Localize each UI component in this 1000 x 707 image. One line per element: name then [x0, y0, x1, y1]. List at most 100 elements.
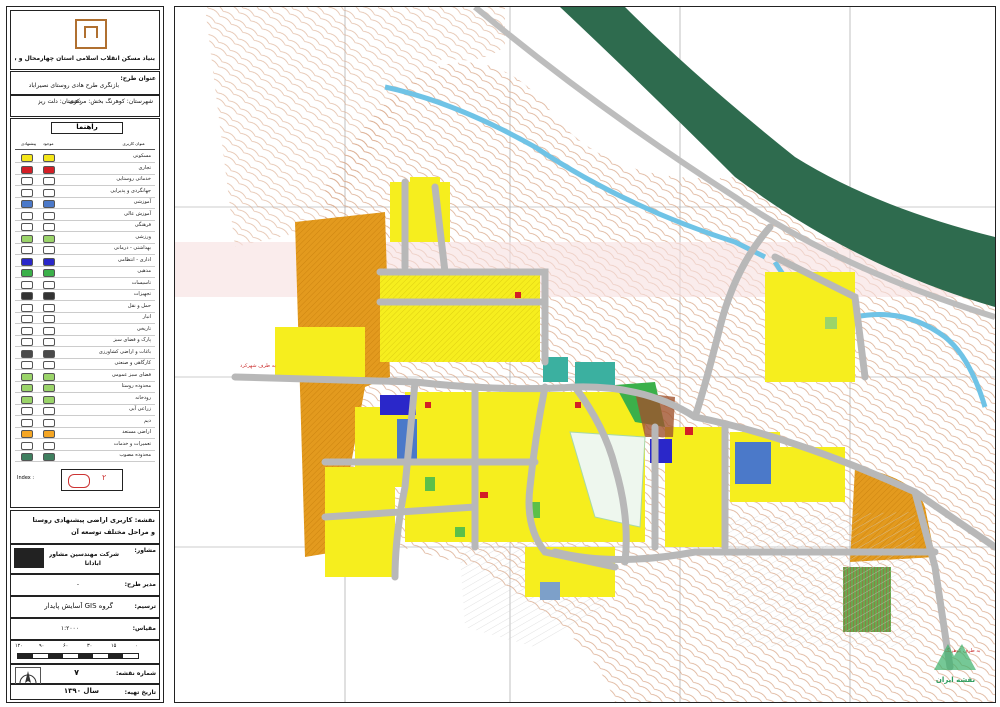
index-number: ۲: [102, 473, 107, 482]
project-title: بازنگری طرح هادی روستای نصیرآباد: [28, 82, 119, 89]
legend-swatch-proposed: [21, 407, 33, 415]
legend-label: تاریخی: [136, 325, 151, 332]
legend-item: دیم: [15, 418, 155, 428]
legend-label: فضای سبز عمومی: [111, 371, 151, 378]
title-block: بنیاد مسکن انقلاب اسلامی استان چهارمحال …: [6, 6, 164, 703]
legend-item: بهداشتی - درمانی: [15, 245, 155, 255]
legend-swatch-proposed: [21, 441, 33, 450]
date-box: تاریخ تهیه: سال ۱۳۹۰: [10, 684, 160, 700]
manager-box: مدیر طرح: -: [10, 574, 160, 596]
legend-swatch-proposed: [21, 154, 33, 162]
legend-item: ورزشی: [15, 234, 155, 244]
legend-swatch-existing: [43, 361, 55, 369]
factory-icon: [14, 548, 44, 568]
legend-swatch-proposed: [21, 430, 33, 438]
legend-swatch-proposed: [21, 280, 33, 289]
scalebar-tick: ۱۲۰: [15, 643, 24, 649]
scalebar-tick: ۰: [135, 643, 138, 649]
legend-swatch-existing: [43, 418, 55, 427]
legend-label: انبار: [142, 314, 151, 320]
legend-swatch-existing: [43, 441, 55, 450]
scale-label: مقیاس:: [132, 625, 156, 632]
drafter-value: گروه GIS آسایش پایدار: [44, 602, 113, 610]
legend-swatch-existing: [43, 223, 55, 231]
map-sheet: بنیاد مسکن انقلاب اسلامی استان چهارمحال …: [0, 0, 1000, 707]
legend-swatch-proposed: [21, 303, 33, 312]
legend-label: تاسیسات: [131, 279, 151, 286]
legend-label: زراعی آبی: [129, 406, 151, 412]
location-box: شهرستان: کوهرنگ بخش: مرکزی دهستان: دلت ر…: [10, 95, 160, 117]
scalebar-tick: ۱۵: [111, 643, 117, 649]
legend-item: خدماتی روستایی: [15, 176, 155, 186]
date-value: سال ۱۳۹۰: [63, 687, 99, 695]
legend-item: انبار: [15, 314, 155, 324]
legend-swatch-existing: [43, 372, 55, 381]
legend-item: رودخانه: [15, 395, 155, 405]
legend-item: آموزش عالی: [15, 211, 155, 221]
legend-label: تجاری: [138, 164, 151, 171]
legend-label: پارک و فضای سبز: [113, 337, 151, 343]
consultant-label: مشاور:: [134, 547, 156, 554]
legend-item: تاسیسات: [15, 280, 155, 290]
legend-swatch-proposed: [21, 338, 33, 346]
sheet-no-value: ۷: [74, 668, 79, 677]
legend-swatch-existing: [43, 188, 55, 197]
header-box: بنیاد مسکن انقلاب اسلامی استان چهارمحال …: [10, 10, 160, 70]
legend-label: محدوده مصوب: [119, 452, 151, 458]
blue-grey-parcel: [540, 582, 560, 600]
scalebar-tick: ۹۰: [39, 643, 45, 649]
legend-label: خدماتی روستایی: [116, 176, 151, 182]
legend-item: فرهنگی: [15, 222, 155, 232]
legend-item: اراضی مستعد: [15, 429, 155, 439]
legend-swatch-proposed: [21, 177, 33, 185]
date-label: تاریخ تهیه:: [124, 689, 156, 696]
drafter-box: ترسیم: گروه GIS آسایش پایدار: [10, 596, 160, 618]
scalebar-tick: ۳۰: [87, 643, 93, 649]
legend-swatch-existing: [43, 315, 55, 323]
map-title-box: نقشه: کاربری اراضی پیشنهادی روستا و مراح…: [10, 510, 160, 544]
legend-label: اراضی مستعد: [122, 429, 151, 435]
legend-head-existing: موجود: [43, 141, 54, 146]
teal-parcel: [575, 362, 615, 387]
manager-label: مدیر طرح:: [124, 581, 156, 588]
legend-label: حمل و نقل: [127, 302, 151, 309]
legend-swatch-proposed: [21, 188, 33, 197]
legend-swatch-existing: [43, 349, 55, 358]
legend-swatch-proposed: [21, 326, 33, 335]
legend-swatch-existing: [43, 269, 55, 277]
legend-swatch-existing: [43, 177, 55, 185]
sheet-no-box: شماره نقشه: ۷: [10, 664, 160, 699]
sheet-no-label: شماره نقشه:: [116, 670, 156, 677]
legend-swatch-existing: [43, 200, 55, 208]
legend-label: دیم: [144, 417, 151, 424]
legend-swatch-proposed: [21, 234, 33, 243]
legend-item: زراعی آبی: [15, 406, 155, 416]
legend-swatch-existing: [43, 292, 55, 300]
legend-swatch-existing: [43, 257, 55, 266]
project-label: عنوان طرح:: [120, 75, 156, 82]
map-title-line2: و مراحل مختلف توسعه آن: [71, 528, 155, 536]
index-map: ۲: [61, 469, 123, 491]
legend-label: مذهبی: [137, 268, 151, 274]
consultant-box: مشاور: شرکت مهندسین مشاور آبادانا: [10, 544, 160, 574]
watermark-logo: نقشه ایران: [928, 640, 983, 688]
legend-label: کارگاهی و صنعتی: [114, 360, 151, 366]
legend-swatch-existing: [43, 154, 55, 162]
legend-swatch-proposed: [21, 395, 33, 404]
legend-swatch-existing: [43, 246, 55, 254]
legend-swatch-proposed: [21, 361, 33, 369]
legend-label: فرهنگی: [134, 222, 151, 228]
legend-label: تعمیرات و خدمات: [113, 440, 151, 447]
legend-swatch-proposed: [21, 372, 33, 381]
legend-swatch-existing: [43, 211, 55, 220]
legend-swatch-proposed: [21, 292, 33, 300]
legend-swatch-existing: [43, 395, 55, 404]
legend-item: حمل و نقل: [15, 303, 155, 313]
legend-item: تجهیزات: [15, 291, 155, 301]
land-use-map: به طرف شهرکرد به طرف کوهرنگ: [175, 7, 995, 702]
watermark-text: نقشه ایران: [935, 676, 976, 684]
legend-label: ورزشی: [135, 233, 151, 240]
legend-label: بهداشتی - درمانی: [114, 245, 151, 251]
legend-swatch-existing: [43, 326, 55, 335]
consultant-name-line1: شرکت مهندسین مشاور: [48, 551, 119, 558]
